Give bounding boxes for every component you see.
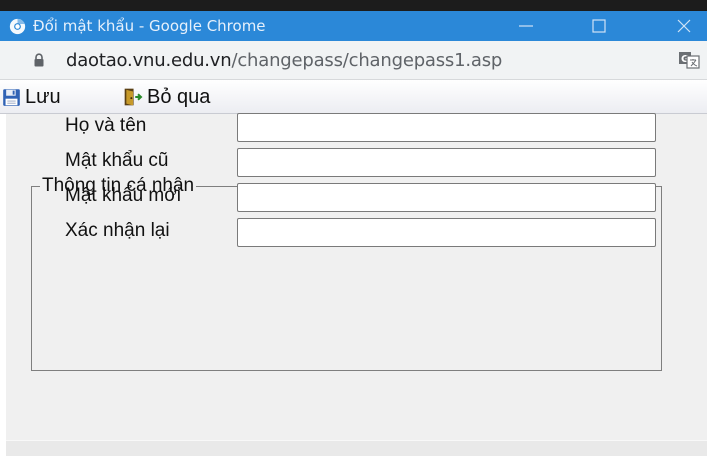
old-password-label: Mật khẩu cũ bbox=[65, 150, 169, 171]
lock-icon[interactable] bbox=[33, 53, 45, 67]
save-button[interactable]: Lưu bbox=[2, 86, 61, 108]
exit-door-icon bbox=[124, 88, 143, 106]
maximize-button[interactable] bbox=[576, 11, 622, 41]
url-host: daotao.vnu.edu.vn bbox=[66, 50, 232, 71]
address-bar[interactable]: daotao.vnu.edu.vn/changepass/changepass1… bbox=[0, 41, 707, 80]
url-text[interactable]: daotao.vnu.edu.vn/changepass/changepass1… bbox=[66, 50, 502, 71]
skip-button[interactable]: Bỏ qua bbox=[123, 86, 210, 108]
full-name-input[interactable] bbox=[237, 113, 656, 142]
confirm-password-input[interactable] bbox=[237, 218, 656, 247]
save-label: Lưu bbox=[25, 85, 61, 108]
confirm-password-label: Xác nhận lại bbox=[65, 220, 170, 241]
window-title: Đổi mật khẩu - Google Chrome bbox=[33, 17, 266, 35]
new-password-label: Mật khẩu mới bbox=[65, 185, 181, 206]
old-password-input[interactable] bbox=[237, 148, 656, 177]
url-path: /changepass/changepass1.asp bbox=[231, 50, 503, 71]
new-password-input[interactable] bbox=[237, 183, 656, 212]
page-toolbar: Lưu Bỏ qua bbox=[0, 80, 707, 114]
close-button[interactable] bbox=[661, 11, 707, 41]
close-icon bbox=[677, 19, 691, 33]
window-titlebar[interactable]: Đổi mật khẩu - Google Chrome bbox=[0, 11, 707, 41]
chrome-icon bbox=[9, 18, 26, 35]
minimize-icon bbox=[519, 25, 533, 27]
full-name-label: Họ và tên bbox=[65, 115, 147, 136]
content-bottom-strip bbox=[6, 440, 707, 456]
floppy-disk-icon bbox=[3, 88, 20, 106]
translate-icon[interactable]: G bbox=[678, 51, 700, 69]
maximize-icon bbox=[592, 19, 606, 33]
top-strip bbox=[0, 0, 707, 11]
skip-label: Bỏ qua bbox=[147, 85, 211, 108]
minimize-button[interactable] bbox=[503, 11, 549, 41]
